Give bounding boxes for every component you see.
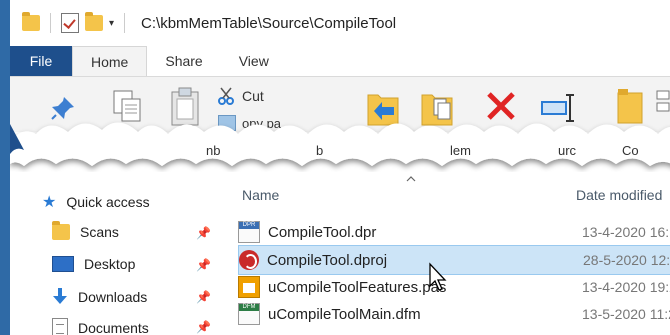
delphi-project-icon: [239, 250, 259, 270]
nav-item-downloads[interactable]: Downloads: [52, 288, 147, 306]
nav-item-label: Desktop: [84, 256, 136, 272]
address-fragment: nb: [206, 143, 221, 158]
list-item-selected[interactable]: CompileTool.dproj 28-5-2020 12:2: [238, 245, 670, 275]
download-icon: [52, 288, 68, 306]
pas-file-icon: [238, 276, 260, 298]
customize-toolbar-dropdown-icon[interactable]: ▾: [109, 18, 114, 29]
file-name: uCompileToolFeatures.pas: [268, 278, 447, 296]
file-name: CompileTool.dpr: [268, 223, 377, 241]
list-item[interactable]: DFM uCompileToolMain.dfm 13-5-2020 11:2: [238, 300, 670, 328]
pin-icon[interactable]: 📌: [196, 258, 211, 272]
file-date: 13-4-2020 16:1: [582, 224, 670, 240]
cut-button[interactable]: Cut: [218, 87, 264, 105]
documents-icon: [52, 318, 68, 335]
nav-item-label: Downloads: [78, 289, 148, 305]
folder-icon: [52, 221, 70, 240]
list-item[interactable]: uCompileToolFeatures.pas 13-4-2020 19:2: [238, 273, 670, 301]
file-date: 28-5-2020 12:2: [583, 252, 670, 268]
scissors-icon: [218, 87, 234, 105]
file-name: CompileTool.dproj: [267, 251, 388, 269]
quick-access-toolbar: ▾: [22, 12, 129, 33]
file-date: 13-5-2020 11:2: [582, 306, 670, 322]
ribbon-tabs: File Home Share View: [10, 45, 670, 77]
address-fragment: b: [316, 143, 324, 158]
nav-item-label: Quick access: [66, 194, 150, 210]
tab-view[interactable]: View: [221, 46, 287, 76]
address-fragment: Co: [622, 143, 639, 158]
file-date: 13-4-2020 19:2: [582, 279, 670, 295]
dpr-file-icon: DPR: [238, 221, 260, 243]
file-list: Name Date modified DPR CompileTool.dpr 1…: [232, 172, 670, 335]
nav-item-label: Scans: [80, 224, 119, 240]
address-fragment: urc: [558, 143, 577, 158]
nav-item-desktop[interactable]: Desktop: [52, 256, 135, 272]
window-title: C:\kbmMemTable\Source\CompileTool: [141, 14, 397, 32]
nav-item-quick-access[interactable]: ★ Quick access: [42, 192, 150, 212]
mouse-cursor-icon: [429, 262, 447, 291]
sort-caret-icon: [406, 176, 416, 182]
list-item[interactable]: DPR CompileTool.dpr 13-4-2020 16:1: [238, 218, 670, 246]
toolbar-separator: [124, 13, 126, 33]
address-fragment: lem: [450, 143, 471, 158]
explorer-window: ▾ C:\kbmMemTable\Source\CompileTool File…: [10, 0, 670, 335]
toolbar-separator: [50, 13, 51, 33]
navigation-pane: ★ Quick access Scans 📌 Desktop 📌 Downloa…: [10, 172, 232, 335]
new-folder-icon[interactable]: [85, 12, 103, 31]
file-name: uCompileToolMain.dfm: [268, 305, 421, 323]
desktop-icon: [52, 256, 74, 272]
title-bar: ▾ C:\kbmMemTable\Source\CompileTool: [10, 0, 670, 46]
pin-icon[interactable]: 📌: [196, 320, 211, 334]
nav-item-documents[interactable]: Documents: [52, 318, 149, 335]
folder-icon[interactable]: [22, 12, 40, 31]
tab-home[interactable]: Home: [72, 45, 148, 77]
properties-check-icon[interactable]: [61, 13, 79, 33]
column-header-name[interactable]: Name: [242, 187, 279, 203]
nav-item-label: Documents: [78, 320, 149, 335]
nav-item-scans[interactable]: Scans: [52, 221, 119, 240]
star-icon: ★: [42, 194, 57, 211]
pin-icon[interactable]: 📌: [196, 226, 211, 240]
pin-icon[interactable]: 📌: [196, 290, 211, 304]
tab-share[interactable]: Share: [147, 46, 220, 76]
column-header-date[interactable]: Date modified: [576, 187, 662, 203]
dfm-file-icon: DFM: [238, 303, 260, 325]
cut-label: Cut: [242, 88, 264, 104]
tab-file[interactable]: File: [10, 46, 72, 76]
